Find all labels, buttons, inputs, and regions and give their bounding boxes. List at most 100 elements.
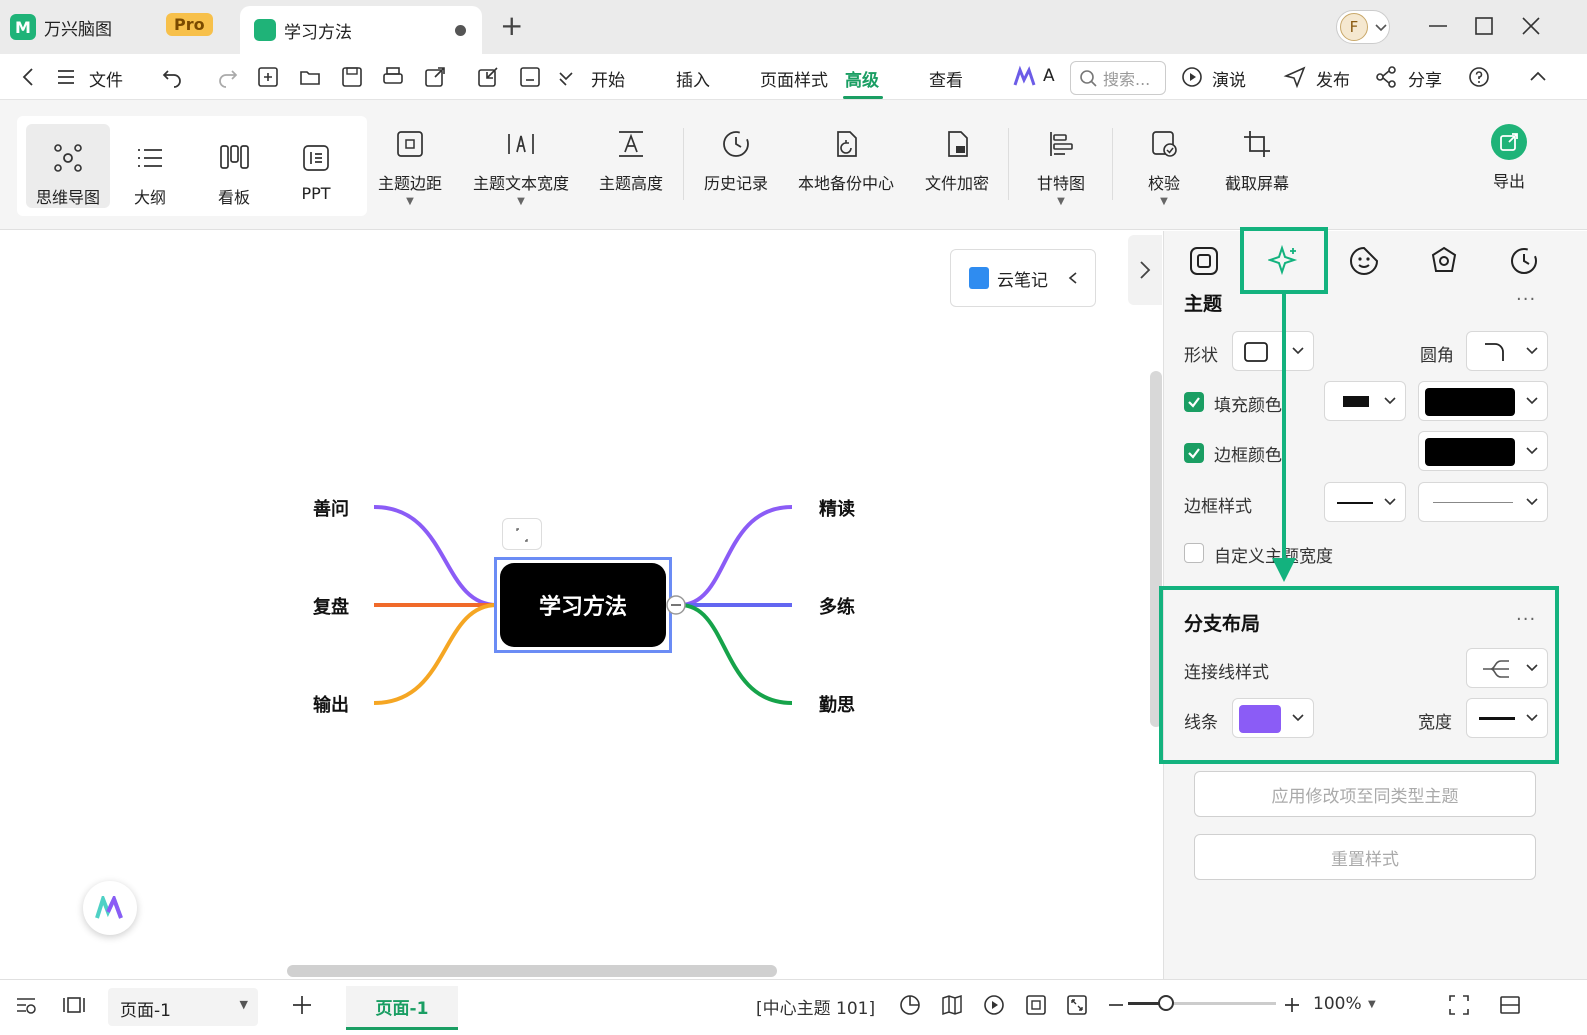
page-view-icon[interactable] bbox=[62, 993, 86, 1017]
fill-type-select[interactable] bbox=[1324, 381, 1406, 421]
branch-topic-qinsi[interactable]: 勤思 bbox=[819, 691, 855, 717]
file-encrypt-button[interactable]: 文件加密 bbox=[922, 128, 992, 194]
ai-assistant-button[interactable] bbox=[83, 881, 137, 935]
sticker-tab-icon[interactable] bbox=[1348, 245, 1380, 277]
view-board-button[interactable]: 看板 bbox=[211, 142, 257, 208]
close-icon[interactable] bbox=[1519, 14, 1543, 38]
theme-tab-icon[interactable] bbox=[1428, 245, 1460, 277]
export-icon[interactable] bbox=[423, 65, 447, 89]
zoom-level[interactable]: 100% bbox=[1313, 994, 1362, 1014]
fullscreen-fit-icon[interactable] bbox=[1065, 993, 1089, 1017]
custom-width-checkbox[interactable] bbox=[1184, 543, 1204, 563]
export-button[interactable]: 导出 bbox=[1488, 124, 1530, 192]
back-icon[interactable] bbox=[16, 65, 40, 89]
border-dash-select[interactable] bbox=[1418, 482, 1548, 522]
new-tab-button[interactable]: + bbox=[500, 12, 523, 40]
verify-button[interactable]: 校验 ▼ bbox=[1144, 128, 1184, 207]
fit-page-icon[interactable] bbox=[1024, 993, 1048, 1017]
tab-start[interactable]: 开始 bbox=[591, 66, 625, 91]
share-button[interactable]: 分享 bbox=[1408, 66, 1442, 91]
publish-button[interactable]: 发布 bbox=[1316, 66, 1350, 91]
topic-resize-handle[interactable] bbox=[502, 518, 542, 550]
present-button[interactable]: 演说 bbox=[1212, 66, 1246, 91]
pro-badge[interactable]: Pro bbox=[166, 13, 213, 36]
apply-to-same-type-button[interactable]: 应用修改项至同类型主题 bbox=[1194, 771, 1536, 817]
ai-logo-icon[interactable] bbox=[1012, 65, 1038, 89]
ai-label[interactable]: A bbox=[1043, 66, 1055, 86]
page-tab[interactable]: 页面-1 bbox=[346, 986, 458, 1030]
topic-height-button[interactable]: 主题高度 bbox=[597, 128, 665, 194]
tab-page-style[interactable]: 页面样式 bbox=[760, 66, 828, 91]
panel-collapse-button[interactable] bbox=[1128, 235, 1162, 305]
border-color-select[interactable] bbox=[1418, 431, 1548, 471]
save-as-icon[interactable] bbox=[518, 65, 542, 89]
tab-view[interactable]: 查看 bbox=[929, 66, 963, 91]
share-icon[interactable] bbox=[1374, 65, 1398, 89]
branch-topic-duolian[interactable]: 多练 bbox=[819, 593, 855, 619]
branch-topic-shanwen[interactable]: 善问 bbox=[313, 495, 349, 521]
screenshot-button[interactable]: 截取屏幕 bbox=[1222, 128, 1292, 194]
app-tab[interactable]: M 万兴脑图 bbox=[10, 6, 112, 48]
tab-insert[interactable]: 插入 bbox=[676, 66, 710, 91]
redo-icon[interactable] bbox=[216, 65, 240, 89]
help-icon[interactable] bbox=[1467, 65, 1491, 89]
page-list-icon[interactable] bbox=[14, 993, 38, 1017]
undo-icon[interactable] bbox=[160, 65, 184, 89]
border-color-checkbox[interactable] bbox=[1184, 443, 1204, 463]
local-backup-button[interactable]: 本地备份中心 bbox=[795, 128, 897, 194]
history-tab-icon[interactable] bbox=[1508, 245, 1540, 277]
print-icon[interactable] bbox=[381, 65, 405, 89]
gantt-button[interactable]: 甘特图 ▼ bbox=[1034, 128, 1088, 207]
pie-chart-icon[interactable] bbox=[898, 993, 922, 1017]
zoom-in-icon[interactable] bbox=[1280, 993, 1304, 1017]
topic-text-width-button[interactable]: 主题文本宽度 ▼ bbox=[470, 128, 572, 207]
add-page-icon[interactable] bbox=[290, 993, 314, 1017]
view-ppt-button[interactable]: PPT bbox=[293, 142, 339, 203]
book-icon[interactable] bbox=[940, 993, 964, 1017]
horizontal-scrollbar[interactable] bbox=[287, 965, 777, 977]
fill-color-checkbox[interactable] bbox=[1184, 392, 1204, 412]
zoom-out-icon[interactable] bbox=[1104, 993, 1128, 1017]
central-topic[interactable]: 学习方法 bbox=[500, 563, 666, 647]
split-view-icon[interactable] bbox=[1498, 993, 1522, 1017]
zoom-slider-handle[interactable] bbox=[1158, 995, 1174, 1011]
branch-topic-fupan[interactable]: 复盘 bbox=[313, 593, 349, 619]
unsaved-dot-icon[interactable] bbox=[455, 25, 466, 36]
publish-icon[interactable] bbox=[1283, 65, 1307, 89]
fullscreen-icon[interactable] bbox=[1447, 993, 1471, 1017]
import-icon[interactable] bbox=[476, 65, 500, 89]
mindmap-canvas[interactable]: 云笔记 学习方法 善问 复盘 输出 精读 多练 勤思 bbox=[0, 231, 1163, 979]
menu-file[interactable]: 文件 bbox=[89, 66, 123, 91]
play-icon[interactable] bbox=[1180, 65, 1204, 89]
fill-color-swatch bbox=[1425, 388, 1515, 416]
doc-tab[interactable]: 学习方法 bbox=[240, 6, 482, 54]
branch-topic-jingdu[interactable]: 精读 bbox=[819, 495, 855, 521]
more-options-icon[interactable]: ··· bbox=[1516, 289, 1536, 310]
history-button[interactable]: 历史记录 bbox=[701, 128, 771, 194]
search-input[interactable]: 搜索... bbox=[1070, 61, 1166, 95]
reset-style-button[interactable]: 重置样式 bbox=[1194, 834, 1536, 880]
border-weight-select[interactable] bbox=[1324, 482, 1406, 522]
collapse-minus-icon[interactable] bbox=[665, 594, 687, 616]
fill-color-select[interactable] bbox=[1418, 381, 1548, 421]
maximize-icon[interactable] bbox=[1472, 14, 1496, 38]
collapse-ribbon-icon[interactable] bbox=[1526, 65, 1550, 89]
branch-topic-shuchu[interactable]: 输出 bbox=[313, 691, 349, 717]
tab-advanced[interactable]: 高级 bbox=[845, 66, 879, 91]
style-tab-icon[interactable] bbox=[1188, 245, 1220, 277]
page-select[interactable]: 页面-1 ▼ bbox=[108, 988, 258, 1026]
more-chevron-icon[interactable] bbox=[554, 65, 578, 89]
menu-icon[interactable] bbox=[54, 65, 78, 89]
corner-select[interactable] bbox=[1466, 331, 1548, 371]
view-outline-button[interactable]: 大纲 bbox=[127, 142, 173, 208]
save-icon[interactable] bbox=[340, 65, 364, 89]
minimize-icon[interactable] bbox=[1426, 14, 1450, 38]
view-mindmap-button[interactable]: 思维导图 bbox=[26, 124, 110, 208]
cloud-note-button[interactable]: 云笔记 bbox=[950, 249, 1096, 307]
new-file-icon[interactable] bbox=[256, 65, 280, 89]
topic-padding-button[interactable]: 主题边距 ▼ bbox=[376, 128, 444, 207]
user-avatar[interactable]: F bbox=[1336, 10, 1390, 44]
open-folder-icon[interactable] bbox=[298, 65, 322, 89]
play-icon[interactable] bbox=[982, 993, 1006, 1017]
zoom-slider[interactable] bbox=[1128, 995, 1276, 1011]
